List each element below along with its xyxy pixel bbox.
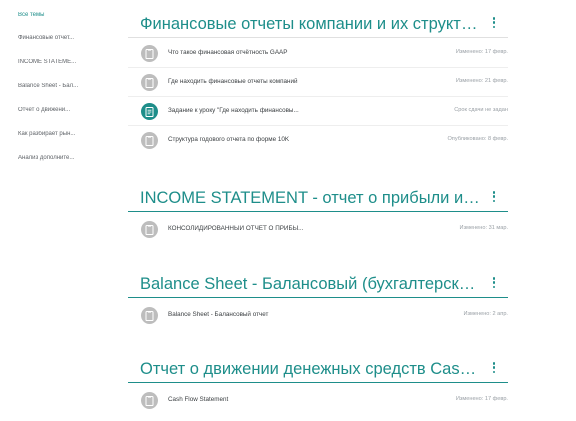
assignment-icon [141, 103, 158, 120]
sidebar-item-market-analysis[interactable]: Как разбирает рын... [18, 131, 102, 137]
sidebar-item-additional-analysis[interactable]: Анализ дополните... [18, 155, 102, 161]
topic-header: Отчет о движении денежных средств Cash .… [128, 353, 508, 383]
item-status: Изменено: 2 апр. [463, 311, 508, 317]
item-title: Где находить финансовые отчеты компаний [168, 78, 298, 85]
item-title: Структура годового отчета по форме 10K [168, 136, 290, 143]
topic-title[interactable]: Balance Sheet - Балансовый (бухгалтерски… [140, 274, 480, 294]
topic-title[interactable]: INCOME STATEMENT - отчет о прибыли и уб.… [140, 188, 480, 208]
material-icon [141, 74, 158, 91]
topic-section: INCOME STATEMENT - отчет о прибыли и уб.… [128, 182, 508, 238]
item-status: Изменено: 21 февр. [455, 78, 508, 84]
item-title: КОНСОЛИДИРОВАННЫЙ ОТЧЕТ О ПРИБЫ... [168, 225, 304, 232]
topics-sidebar: Все темы Финансовые отчет... INCOME STAT… [0, 0, 120, 421]
topic-header: Финансовые отчеты компании и их структур… [128, 8, 508, 38]
list-item[interactable]: КОНСОЛИДИРОВАННЫЙ ОТЧЕТ О ПРИБЫ... Измен… [128, 215, 508, 244]
material-icon [141, 221, 158, 238]
list-item[interactable]: Что такое финансовая отчётность GAAP Изм… [128, 39, 508, 68]
item-title: Задание к уроку "Где находить финансовы.… [168, 107, 299, 114]
list-item[interactable]: Balance Sheet - Балансовый отчет Изменен… [128, 301, 508, 330]
topic-header: Balance Sheet - Балансовый (бухгалтерски… [128, 268, 508, 298]
more-options-icon[interactable] [490, 277, 498, 291]
list-item[interactable]: Cash Flow Statement Изменено: 17 февр. [128, 386, 508, 415]
list-item[interactable]: Где находить финансовые отчеты компаний … [128, 68, 508, 97]
item-status: Изменено: 17 февр. [455, 396, 508, 402]
item-status: Срок сдачи не задан [454, 107, 508, 113]
topic-section: Финансовые отчеты компании и их структур… [128, 8, 508, 149]
item-title: Что такое финансовая отчётность GAAP [168, 49, 288, 56]
more-options-icon[interactable] [490, 362, 498, 376]
list-item[interactable]: Задание к уроку "Где находить финансовы.… [128, 97, 508, 126]
item-title: Balance Sheet - Балансовый отчет [168, 311, 269, 318]
material-icon [141, 392, 158, 409]
material-icon [141, 132, 158, 149]
item-status: Опубликовано: 8 февр. [447, 136, 508, 142]
sidebar-item-income-statement[interactable]: INCOME STATEME... [18, 59, 102, 65]
list-item[interactable]: Структура годового отчета по форме 10K О… [128, 126, 508, 155]
item-status: Изменено: 31 мар. [459, 225, 508, 231]
topic-divider [128, 37, 508, 38]
sidebar-item-all-topics[interactable]: Все темы [18, 12, 102, 18]
item-title: Cash Flow Statement [168, 396, 229, 403]
material-icon [141, 45, 158, 62]
topic-title[interactable]: Отчет о движении денежных средств Cash .… [140, 359, 480, 379]
material-icon [141, 307, 158, 324]
sidebar-item-balance-sheet[interactable]: Balance Sheet - Бал... [18, 83, 102, 89]
more-options-icon[interactable] [490, 17, 498, 31]
topic-section: Balance Sheet - Балансовый (бухгалтерски… [128, 268, 508, 324]
topic-divider [128, 297, 508, 298]
classwork-topics: Финансовые отчеты компании и их структур… [128, 0, 508, 421]
item-status: Изменено: 17 февр. [455, 49, 508, 55]
sidebar-item-cash-flow[interactable]: Отчет о движени... [18, 107, 102, 113]
topic-title[interactable]: Финансовые отчеты компании и их структур… [140, 14, 480, 34]
sidebar-item-financial-reports[interactable]: Финансовые отчет... [18, 35, 102, 41]
topic-header: INCOME STATEMENT - отчет о прибыли и уб.… [128, 182, 508, 212]
topic-divider [128, 382, 508, 383]
topic-section: Отчет о движении денежных средств Cash .… [128, 353, 508, 409]
more-options-icon[interactable] [490, 191, 498, 205]
topic-divider [128, 211, 508, 212]
